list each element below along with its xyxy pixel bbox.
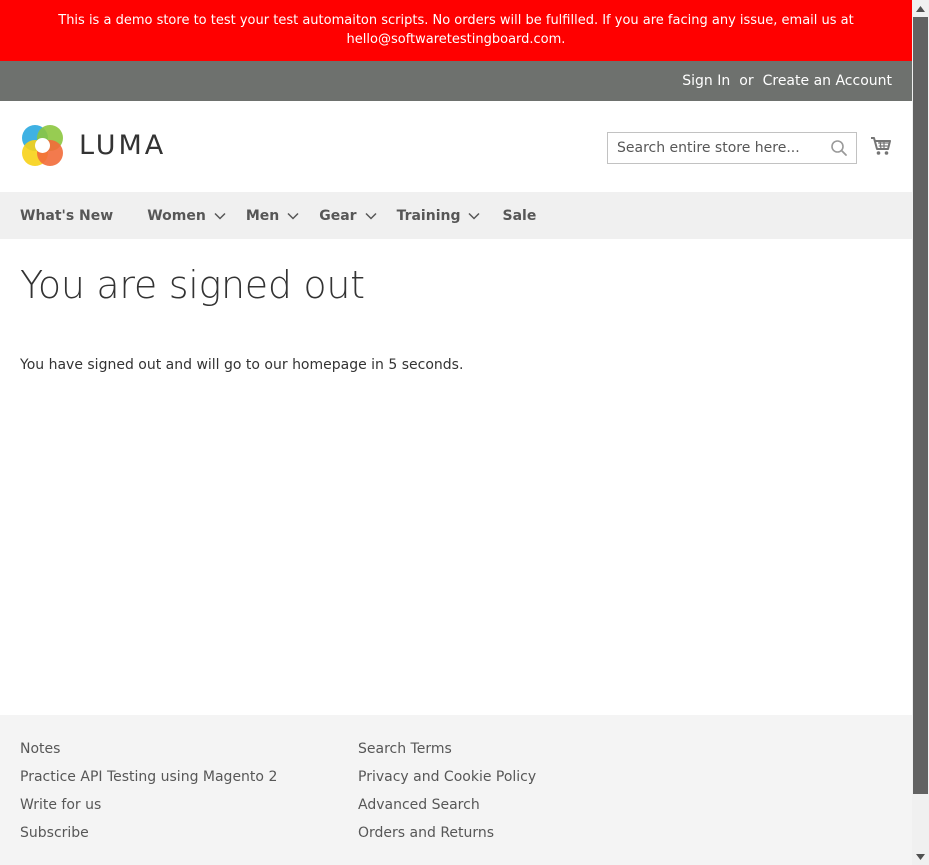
nav-item-label: Training	[396, 207, 461, 224]
page-title: You are signed out	[20, 263, 365, 307]
chevron-down-icon	[214, 212, 226, 220]
vertical-scrollbar[interactable]	[912, 0, 929, 865]
nav-item-label: Gear	[319, 207, 357, 224]
scroll-down-arrow-icon[interactable]	[912, 848, 929, 865]
footer-link-write-for-us[interactable]: Write for us	[20, 791, 358, 819]
main-navigation: What's New Women Men Gear Training Sale	[0, 192, 912, 239]
demo-notice-email: hello@softwaretestingboard.com.	[346, 32, 566, 47]
nav-item-training[interactable]: Training	[397, 208, 481, 224]
footer-column-1: Notes Practice API Testing using Magento…	[20, 735, 358, 865]
footer-link-orders-returns[interactable]: Orders and Returns	[358, 819, 696, 847]
nav-item-label: Men	[245, 207, 280, 224]
create-account-link[interactable]: Create an Account	[763, 73, 892, 89]
store-logo[interactable]: LUMA	[20, 123, 166, 168]
footer-link-notes[interactable]: Notes	[20, 735, 358, 763]
demo-notice-line1: This is a demo store to test your test a…	[58, 13, 854, 28]
panel-header: Sign In or Create an Account	[0, 61, 912, 101]
footer-link-api-testing[interactable]: Practice API Testing using Magento 2	[20, 763, 358, 791]
footer: Notes Practice API Testing using Magento…	[0, 715, 912, 865]
nav-item-label: Sale	[502, 207, 537, 224]
nav-item-men[interactable]: Men	[246, 208, 299, 224]
main-content: You are signed out You have signed out a…	[0, 239, 912, 715]
header-content: LUMA	[0, 101, 912, 192]
page: This is a demo store to test your test a…	[0, 0, 912, 865]
search-icon[interactable]	[830, 139, 848, 157]
scroll-up-arrow-icon[interactable]	[912, 0, 929, 17]
search-input[interactable]	[608, 140, 823, 156]
footer-link-search-terms[interactable]: Search Terms	[358, 735, 696, 763]
nav-item-label: Women	[147, 207, 206, 224]
footer-link-advanced-search[interactable]: Advanced Search	[358, 791, 696, 819]
nav-item-whats-new[interactable]: What's New	[20, 208, 113, 224]
demo-notice-banner: This is a demo store to test your test a…	[0, 0, 912, 61]
nav-item-label: What's New	[20, 207, 114, 224]
sign-in-link[interactable]: Sign In	[682, 73, 730, 89]
chevron-down-icon	[468, 212, 481, 220]
nav-item-women[interactable]: Women	[147, 208, 226, 224]
nav-item-sale[interactable]: Sale	[502, 208, 536, 224]
luma-logo-icon	[22, 125, 63, 166]
search-field[interactable]	[607, 132, 857, 164]
footer-column-2: Search Terms Privacy and Cookie Policy A…	[358, 735, 696, 865]
nav-item-gear[interactable]: Gear	[319, 207, 377, 224]
or-separator: or	[739, 73, 754, 89]
chevron-down-icon	[287, 212, 299, 220]
signout-message: You have signed out and will go to our h…	[20, 357, 464, 373]
footer-link-subscribe[interactable]: Subscribe	[20, 819, 358, 847]
cart-icon[interactable]	[870, 135, 892, 157]
footer-link-privacy[interactable]: Privacy and Cookie Policy	[358, 763, 696, 791]
scrollbar-thumb[interactable]	[913, 17, 928, 794]
logo-text: LUMA	[79, 130, 167, 161]
chevron-down-icon	[365, 212, 377, 220]
